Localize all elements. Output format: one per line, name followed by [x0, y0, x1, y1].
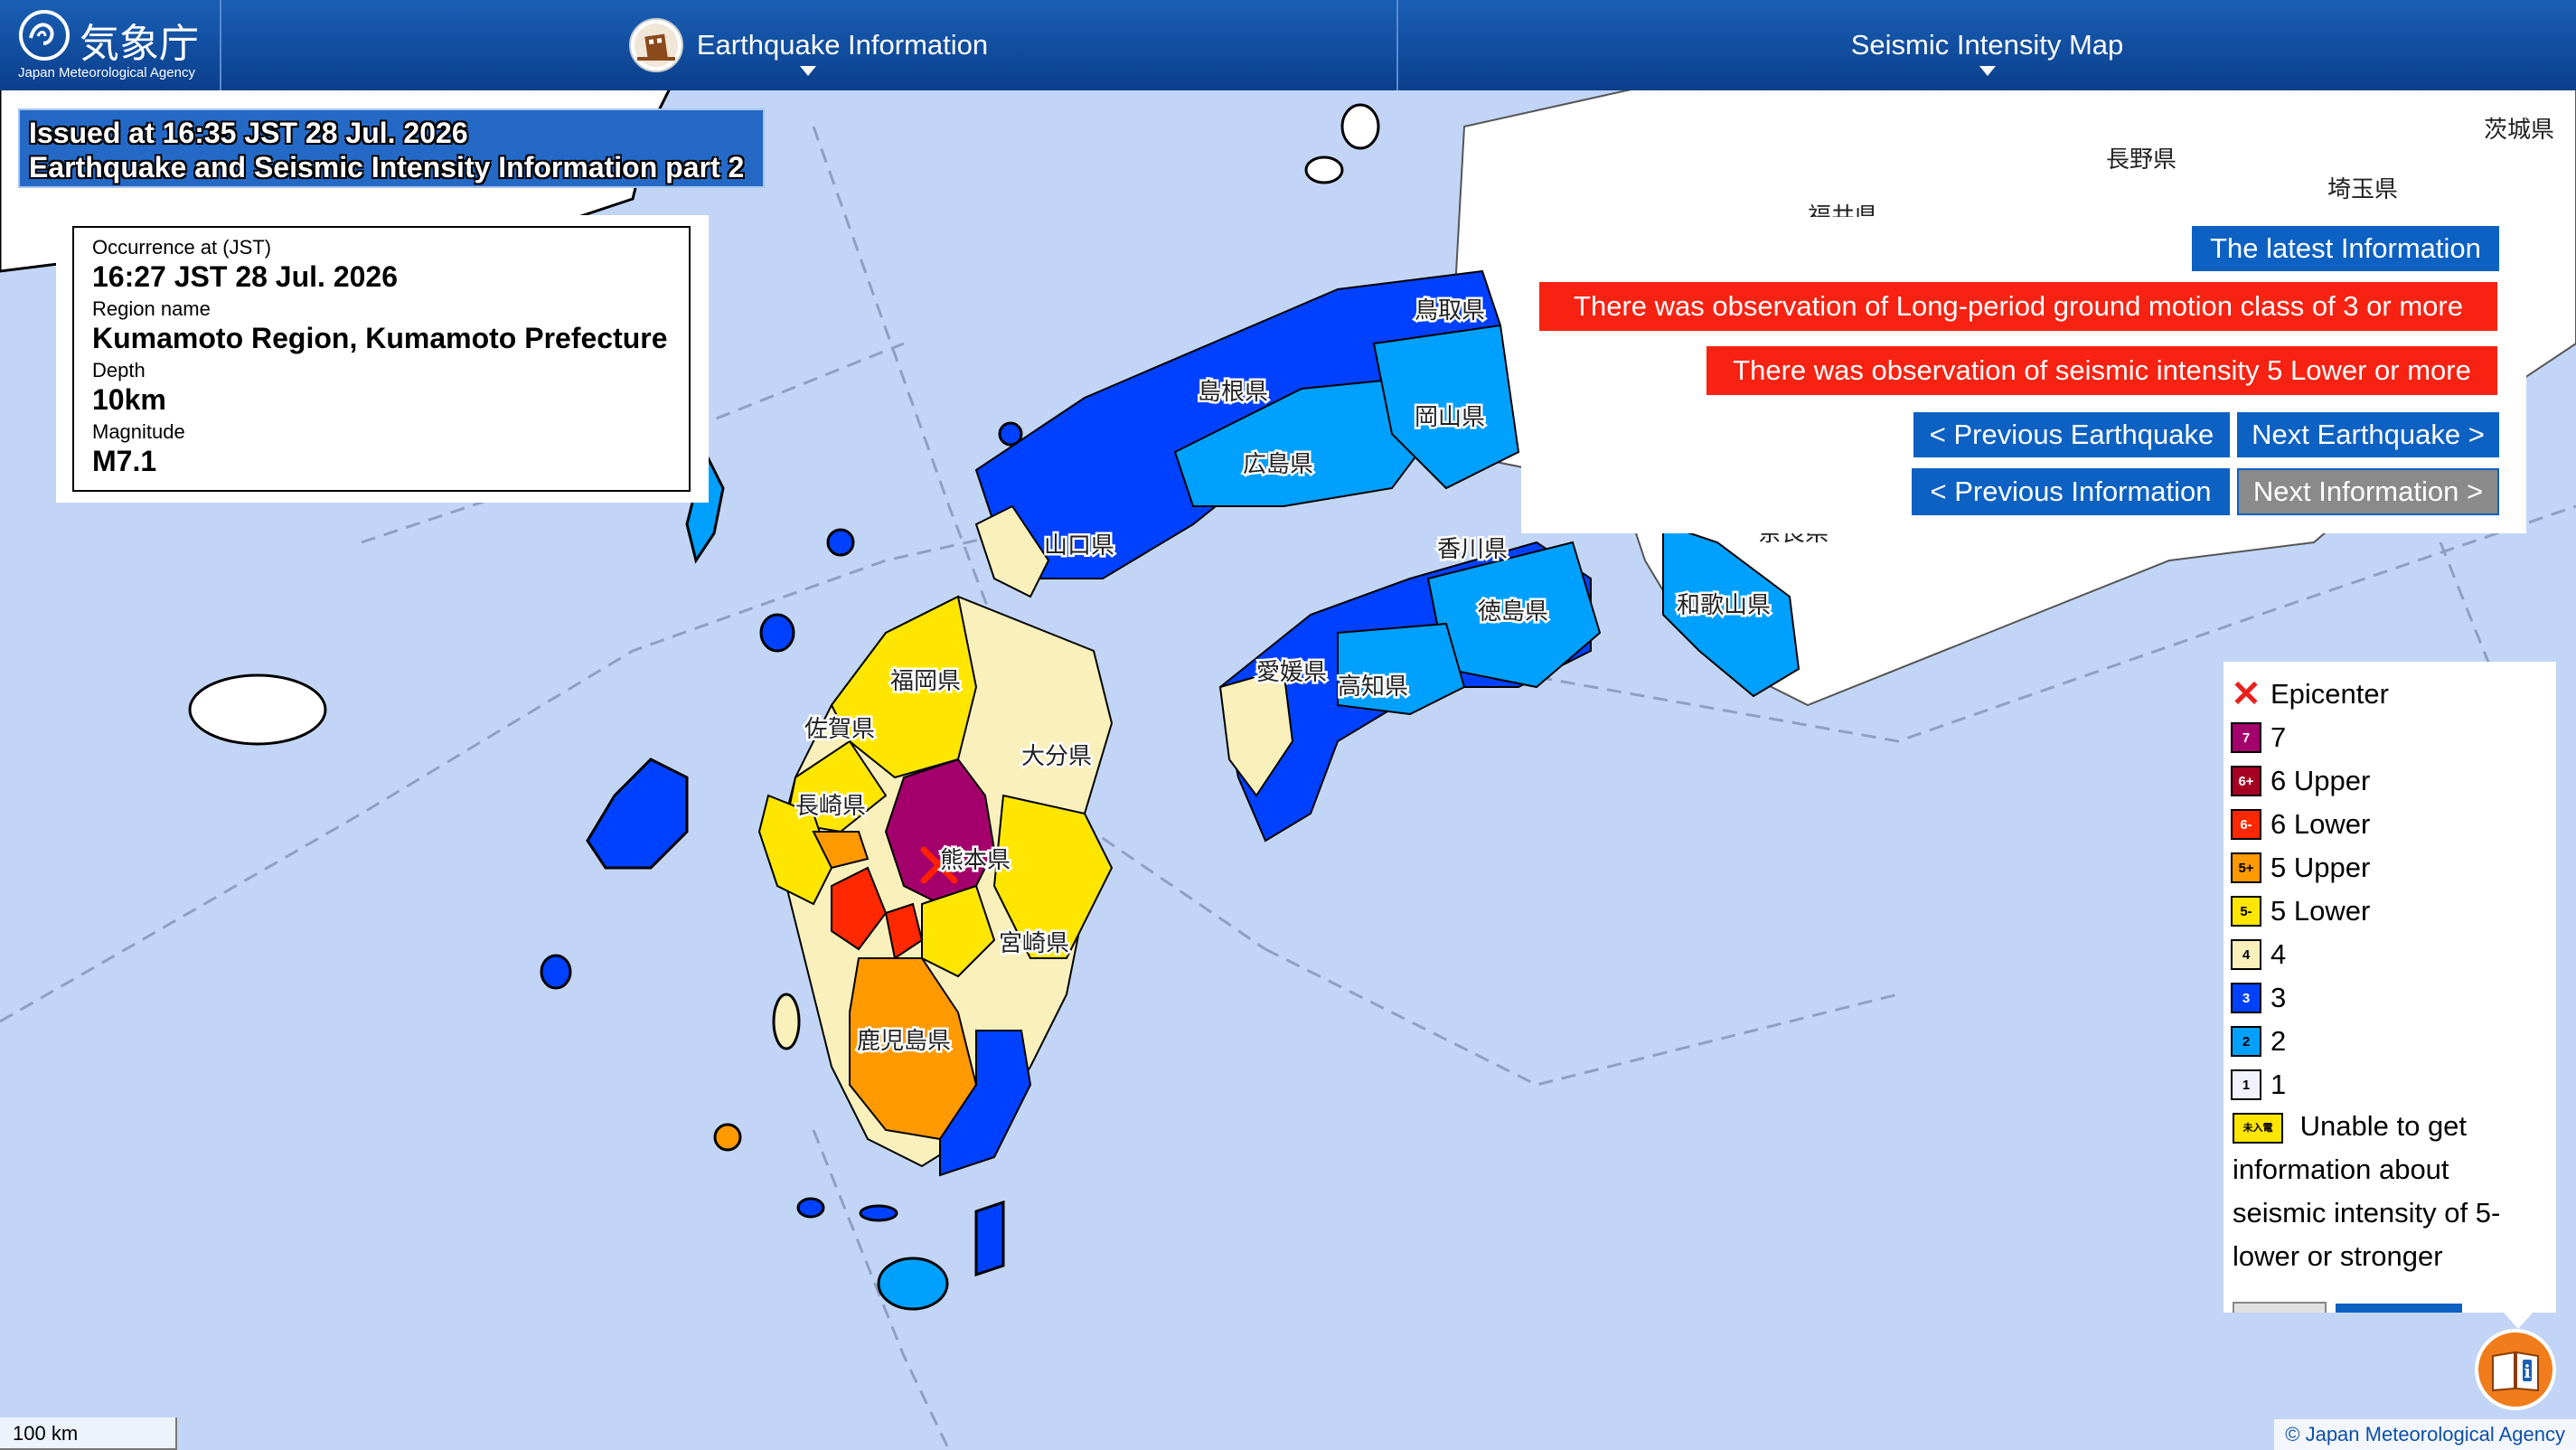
occurrence-time-label: Occurrence at (JST) [92, 236, 272, 259]
epicenter-icon: ✕ [2231, 674, 2261, 714]
seismic-intensity-map-label: Seismic Intensity Map [1850, 29, 2124, 61]
magnitude-value: M7.1 [92, 445, 157, 477]
copyright: © Japan Meteorological Agency [2274, 1419, 2576, 1450]
legend-more-button[interactable] [2336, 1304, 2463, 1313]
legend-item-label: 2 [2270, 1025, 2287, 1057]
legend-item: 2 2 [2231, 1023, 2286, 1059]
legend-item-label: 1 [2270, 1069, 2287, 1100]
legend-item-label: 4 [2270, 938, 2287, 970]
legend-item: 7 7 [2231, 720, 2286, 756]
previous-information-button[interactable]: < Previous Information [1912, 468, 2230, 515]
depth-value: 10km [92, 383, 166, 416]
legend-item: 5- 5 Lower [2231, 893, 2370, 929]
pref-label-kumamoto: 熊本県 [940, 847, 1011, 874]
legend-item: 6- 6 Lower [2231, 806, 2370, 843]
legend-epicenter-label: Epicenter [2270, 678, 2389, 710]
pref-label-miyazaki: 宮崎県 [999, 930, 1069, 957]
information-panel: The latest Information There was observa… [1521, 217, 2526, 533]
pref-label-nagasaki: 長崎県 [795, 793, 866, 820]
legend-item: 3 3 [2231, 980, 2286, 1016]
legend-item-label: 5 Upper [2270, 852, 2371, 883]
occurrence-details: Occurrence at (JST) 16:27 JST 28 Jul. 20… [72, 226, 691, 492]
legend-item: 1 1 [2231, 1067, 2286, 1103]
legend-item-label: 7 [2270, 721, 2287, 753]
pref-label-oita: 大分県 [1021, 743, 1092, 770]
legend-item-label: 6 Upper [2270, 765, 2371, 796]
pref-label-yamaguchi: 山口県 [1044, 532, 1114, 560]
long-period-alert[interactable]: There was observation of Long-period gro… [1539, 282, 2497, 331]
book-info-icon: i [2492, 1351, 2539, 1392]
intensity-badge: 5- [2231, 896, 2261, 927]
earthquake-information-menu[interactable]: Earthquake Information [220, 0, 1398, 90]
pref-label-nagano: 長野県 [2106, 146, 2176, 174]
next-earthquake-button[interactable]: Next Earthquake > [2237, 412, 2499, 457]
intensity-badge: 5+ [2231, 852, 2261, 883]
intensity-badge: 7 [2231, 722, 2261, 753]
previous-earthquake-button[interactable]: < Previous Earthquake [1913, 412, 2230, 457]
issued-time: Issued at 16:35 JST 28 Jul. 2026 [29, 117, 468, 149]
pref-label-shimane: 島根県 [1198, 379, 1268, 406]
unknown-badge: 未入電 [2233, 1112, 2283, 1144]
latest-information-button[interactable]: The latest Information [2192, 226, 2499, 271]
occurrence-box: Occurrence at (JST) 16:27 JST 28 Jul. 20… [56, 215, 709, 503]
legend-pointer [2504, 1313, 2533, 1329]
issued-title: Earthquake and Seismic Intensity Informa… [29, 151, 745, 184]
region-value: Kumamoto Region, Kumamoto Prefecture [92, 322, 668, 354]
legend-item-label: 3 [2270, 982, 2287, 1013]
agency-name-jp: 気象庁 [80, 21, 199, 67]
pref-label-tottori: 鳥取県 [1415, 297, 1485, 325]
intensity-legend: ✕ Epicenter 7 7 6+ 6 Upper 6- 6 Lower 5+… [2223, 662, 2556, 1313]
svg-text:i: i [2524, 1361, 2531, 1382]
pref-label-hiroshima: 広島県 [1243, 451, 1313, 478]
seismic-intensity-map-menu[interactable]: Seismic Intensity Map [1398, 0, 2576, 90]
intensity-badge: 2 [2231, 1026, 2261, 1057]
pref-label-ehime: 愛媛県 [1256, 659, 1327, 686]
occurrence-time-value: 16:27 JST 28 Jul. 2026 [92, 260, 398, 293]
map-scale: 100 km [0, 1417, 177, 1450]
intensity-badge: 6- [2231, 809, 2261, 840]
pref-label-okayama: 岡山県 [1415, 404, 1485, 431]
legend-item: 6+ 6 Upper [2231, 763, 2370, 799]
chevron-down-icon [800, 66, 816, 76]
pref-label-tokushima: 徳島県 [1478, 598, 1548, 626]
legend-close-button[interactable] [2233, 1302, 2327, 1313]
next-information-button[interactable]: Next Information > [2237, 468, 2499, 515]
pref-label-fukuoka: 福岡県 [890, 668, 961, 695]
legend-buttons [2233, 1302, 2463, 1313]
chevron-down-icon [1979, 66, 1996, 76]
intensity-badge: 3 [2231, 983, 2261, 1013]
legend-toggle-button[interactable]: i [2475, 1329, 2556, 1410]
legend-unknown: 未入電 Unable to get information about seis… [2233, 1105, 2540, 1278]
pref-label-saga: 佐賀県 [804, 716, 875, 743]
depth-label: Depth [92, 359, 146, 381]
legend-item: 4 4 [2231, 937, 2286, 973]
pref-label-ibaraki: 茨城県 [2484, 117, 2554, 144]
issued-banner: Issued at 16:35 JST 28 Jul. 2026 Earthqu… [18, 108, 765, 188]
region-label: Region name [92, 297, 211, 320]
intensity-alert[interactable]: There was observation of seismic intensi… [1706, 346, 2497, 395]
legend-item: 5+ 5 Upper [2231, 850, 2370, 886]
intensity-badge: 4 [2231, 939, 2261, 970]
earthquake-building-icon [628, 18, 683, 72]
agency-name-en: Japan Meteorological Agency [18, 65, 195, 80]
earthquake-information-label: Earthquake Information [696, 29, 989, 61]
pref-label-wakayama: 和歌山県 [1677, 592, 1771, 619]
legend-item-label: 6 Lower [2270, 808, 2371, 840]
legend-item-label: 5 Lower [2270, 895, 2371, 927]
pref-label-kagoshima: 鹿児島県 [857, 1028, 951, 1055]
jma-logo-icon [19, 10, 70, 61]
intensity-badge: 1 [2231, 1069, 2261, 1100]
pref-label-kochi: 高知県 [1338, 673, 1408, 701]
intensity-badge: 6+ [2231, 766, 2261, 796]
pref-label-saitama: 埼玉県 [2327, 176, 2398, 203]
pref-label-kagawa: 香川県 [1437, 536, 1508, 563]
jma-logo[interactable]: 気象庁 Japan Meteorological Agency [0, 0, 221, 90]
top-navigation-bar: 気象庁 Japan Meteorological Agency Earthqua… [0, 0, 2576, 90]
legend-epicenter: ✕ Epicenter [2231, 676, 2389, 712]
magnitude-label: Magnitude [92, 420, 185, 443]
